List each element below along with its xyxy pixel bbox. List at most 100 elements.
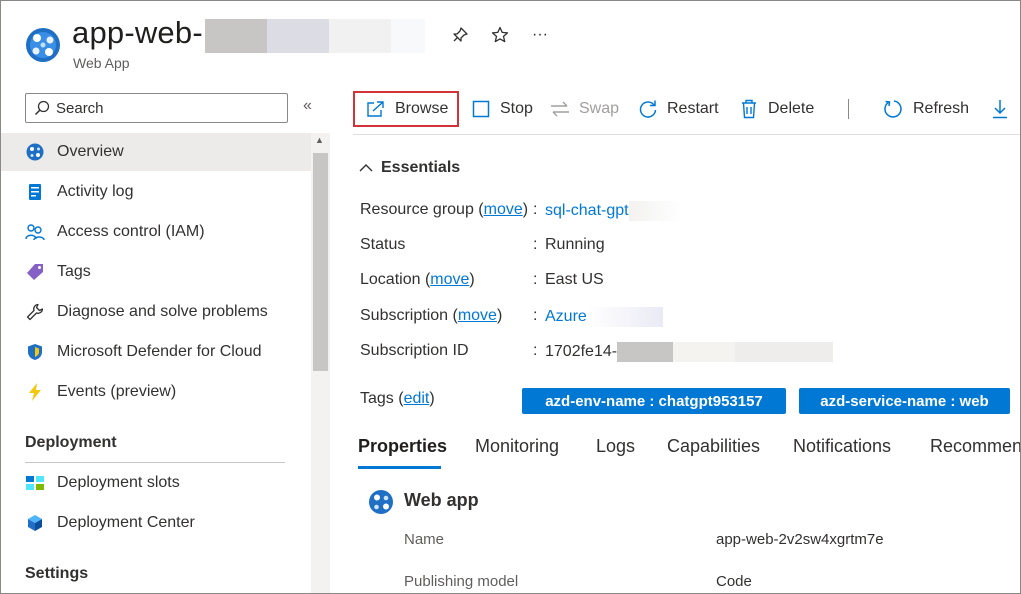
overview-tabs: Properties Monitoring Logs Capabilities … [358, 433, 1020, 469]
stop-button[interactable]: Stop [470, 91, 533, 127]
sidebar-item-label: Overview [57, 143, 124, 160]
properties-section-title: Web app [404, 490, 479, 510]
sidebar-item-label: Microsoft Defender for Cloud [57, 343, 262, 360]
move-link[interactable]: move [430, 271, 469, 288]
tab-notifications[interactable]: Notifications [793, 433, 891, 469]
essentials-row-subscription: Subscription (move) : Azure [360, 307, 663, 327]
pin-button[interactable] [448, 23, 472, 47]
redacted-value [586, 307, 663, 327]
sidebar-item-overview[interactable]: Overview [1, 133, 311, 171]
delete-button[interactable]: Delete [738, 91, 814, 127]
move-link[interactable]: move [484, 201, 523, 218]
divider [25, 462, 285, 463]
divider [353, 134, 1020, 135]
tab-logs[interactable]: Logs [596, 433, 635, 469]
search-icon [34, 100, 50, 116]
lightning-icon [25, 382, 45, 402]
essentials-row-tags: Tags (edit) : [360, 390, 537, 407]
essentials-row-subscription-id: Subscription ID : 1702fe14- [360, 342, 834, 362]
people-icon [25, 222, 45, 242]
app-service-icon [26, 28, 60, 62]
subscription-id-value: 1702fe14- [545, 343, 618, 361]
essentials-toggle[interactable]: Essentials [359, 159, 460, 177]
redacted-title-segment [205, 19, 267, 53]
property-label: Name [404, 531, 445, 548]
shield-icon [25, 342, 45, 362]
tag-icon [25, 262, 45, 282]
tab-recommendations[interactable]: Recommen [930, 433, 1020, 469]
sidebar-item-access-control[interactable]: Access control (IAM) [1, 213, 311, 251]
location-value: East US [545, 271, 604, 288]
activity-log-icon [25, 182, 45, 202]
swap-button[interactable]: Swap [549, 91, 619, 127]
browse-button[interactable]: Browse [353, 91, 460, 127]
status-value: Running [545, 236, 605, 253]
subscription-link[interactable]: Azure [545, 308, 587, 325]
sidebar-item-tags[interactable]: Tags [1, 253, 311, 291]
sidebar-item-activity-log[interactable]: Activity log [1, 173, 311, 211]
sidebar-item-label: Events (preview) [57, 383, 177, 400]
sidebar-item-label: Diagnose and solve problems [57, 303, 268, 320]
portal-window: app-web- Web App ··· « Overview Activity… [0, 0, 1021, 594]
essentials-heading: Essentials [381, 159, 461, 176]
redacted-value [673, 342, 736, 362]
tag-badge[interactable]: azd-env-name : chatgpt953157 [522, 388, 786, 414]
tab-monitoring[interactable]: Monitoring [475, 433, 559, 469]
redacted-value [617, 342, 674, 362]
redacted-title-segment [391, 19, 425, 53]
swap-icon [549, 98, 571, 120]
move-link[interactable]: move [458, 307, 497, 324]
search-box[interactable] [25, 93, 288, 123]
favorite-button[interactable] [488, 23, 512, 47]
active-tab-indicator [358, 466, 441, 469]
sidebar-section-settings: Settings [25, 565, 89, 582]
property-value: Code [716, 573, 752, 590]
deployment-slots-icon [25, 473, 45, 493]
tag-badge[interactable]: azd-service-name : web [799, 388, 1010, 414]
star-icon [491, 26, 509, 43]
sidebar-item-label: Deployment Center [57, 514, 195, 531]
download-icon [989, 98, 1011, 120]
cube-icon [25, 513, 45, 533]
essentials-row-location: Location (move) : East US [360, 271, 604, 288]
search-input[interactable] [56, 99, 276, 117]
sidebar-item-defender[interactable]: Microsoft Defender for Cloud [1, 333, 311, 371]
sidebar-item-label: Deployment slots [57, 474, 180, 491]
more-options-button[interactable]: ··· [528, 23, 552, 47]
sidebar-item-label: Tags [57, 263, 91, 280]
essentials-row-resource-group: Resource group (move) : sql-chat-gpt [360, 201, 683, 221]
sidebar-item-deployment-center[interactable]: Deployment Center [1, 504, 311, 542]
property-value: app-web-2v2sw4xgrtm7e [716, 531, 884, 548]
stop-icon [470, 98, 492, 120]
essentials-row-status: Status : Running [360, 236, 605, 253]
tab-properties[interactable]: Properties [358, 433, 447, 469]
restart-button[interactable]: Restart [637, 91, 719, 127]
refresh-button[interactable]: Refresh [883, 91, 969, 127]
redacted-title-segment [267, 19, 329, 53]
resource-type-label: Web App [73, 55, 130, 71]
redacted-value [735, 342, 834, 362]
refresh-icon [883, 98, 905, 120]
chevron-up-icon [359, 164, 373, 172]
open-external-icon [365, 98, 387, 120]
tab-capabilities[interactable]: Capabilities [667, 433, 760, 469]
scrollbar-thumb[interactable] [313, 153, 328, 371]
collapse-sidebar-button[interactable]: « [303, 97, 312, 115]
sidebar-item-deployment-slots[interactable]: Deployment slots [1, 464, 311, 502]
download-button[interactable]: D [989, 91, 1020, 127]
restart-icon [637, 98, 659, 120]
property-label: Publishing model [404, 573, 519, 590]
sidebar-section-deployment: Deployment [25, 434, 117, 451]
trash-icon [738, 98, 760, 120]
scroll-up-arrow-icon[interactable]: ▲ [315, 135, 324, 145]
toolbar-separator [848, 99, 849, 119]
sidebar-item-diagnose[interactable]: Diagnose and solve problems [1, 293, 311, 331]
edit-tags-link[interactable]: edit [404, 390, 430, 407]
redacted-value [628, 201, 683, 221]
sidebar-item-label: Access control (IAM) [57, 223, 205, 240]
redacted-title-segment [329, 19, 391, 53]
resource-group-link[interactable]: sql-chat-gpt [545, 202, 629, 219]
sidebar-item-events[interactable]: Events (preview) [1, 373, 311, 411]
wrench-icon [25, 302, 45, 322]
pin-icon [453, 27, 468, 42]
